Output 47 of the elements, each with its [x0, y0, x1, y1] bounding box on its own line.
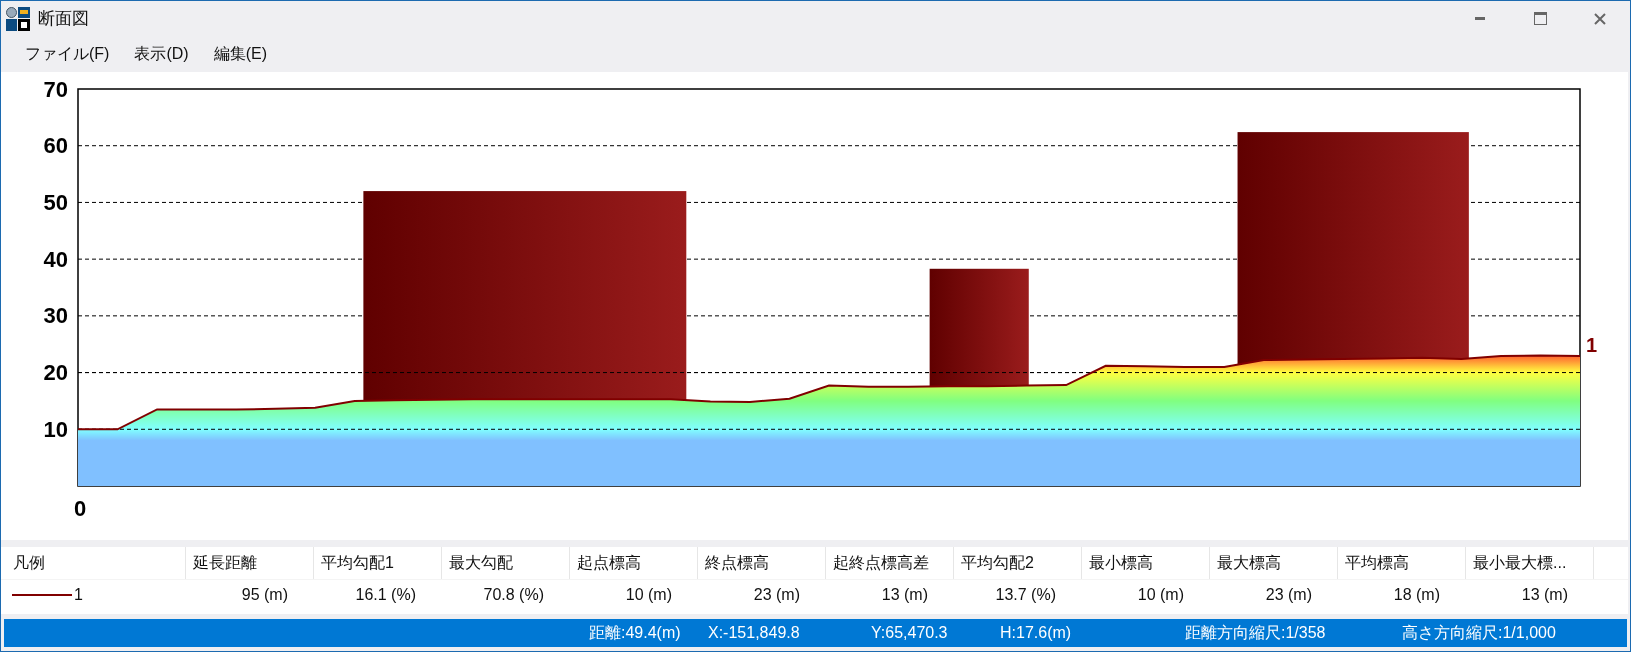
column-header[interactable]: 凡例	[1, 547, 186, 579]
column-header[interactable]: 終点標高	[698, 547, 826, 579]
status-text: Y:65,470.3	[871, 623, 949, 643]
axis-label: 50	[43, 189, 68, 215]
table-cell-text: 16.1 (%)	[354, 585, 417, 605]
table-cell-text: 95 (m)	[240, 585, 289, 605]
axis-label: 0	[74, 496, 87, 521]
table-cell-text: 1	[74, 585, 83, 605]
axis-label: 30	[43, 303, 68, 329]
window-title: 断面図	[38, 7, 89, 30]
menu-item[interactable]: 編集(E)	[213, 42, 267, 66]
series-label: 1	[1586, 334, 1598, 357]
column-header[interactable]: 最大勾配	[442, 547, 570, 579]
table-cell-text: 13 (m)	[880, 585, 929, 605]
column-header[interactable]: 最大標高	[1210, 547, 1338, 579]
axis-label: 20	[43, 360, 68, 386]
axis-label: 70	[43, 76, 68, 102]
column-header[interactable]: 最小最大標...	[1466, 547, 1594, 579]
table-cell-text: 13 (m)	[1520, 585, 1569, 605]
column-header[interactable]: 起点標高	[570, 547, 698, 579]
table-cell-text: 23 (m)	[752, 585, 801, 605]
column-header[interactable]: 最小標高	[1082, 547, 1210, 579]
axis-label: 60	[43, 133, 68, 159]
table-cell-text: 70.8 (%)	[482, 585, 545, 605]
table-cell-text: 13.7 (%)	[994, 585, 1057, 605]
column-header[interactable]: 平均標高	[1338, 547, 1466, 579]
status-text: H:17.6(m)	[1000, 623, 1073, 643]
column-header[interactable]: 平均勾配1	[314, 547, 442, 579]
axis-label: 10	[43, 416, 68, 442]
menu-item[interactable]: 表示(D)	[134, 42, 189, 66]
column-header[interactable]: 起終点標高差	[826, 547, 954, 579]
column-header[interactable]: 平均勾配2	[954, 547, 1082, 579]
table-cell-text: 18 (m)	[1392, 585, 1441, 605]
column-header[interactable]: 延長距離	[186, 547, 314, 579]
menu-item[interactable]: ファイル(F)	[25, 42, 110, 66]
status-text: X:-151,849.8	[708, 623, 801, 643]
minimize-icon	[1475, 17, 1485, 20]
close-icon	[1594, 12, 1606, 25]
status-text: 距離方向縮尺:1/358	[1185, 623, 1327, 643]
table-cell-text: 10 (m)	[624, 585, 673, 605]
app-icon	[6, 6, 30, 31]
status-text: 距離:49.4(m)	[589, 623, 682, 643]
axis-label: 40	[43, 246, 68, 272]
table-cell-text: 23 (m)	[1264, 585, 1313, 605]
table-cell-text: 10 (m)	[1136, 585, 1185, 605]
status-text: 高さ方向縮尺:1/1,000	[1402, 623, 1557, 643]
maximize-icon	[1533, 12, 1547, 25]
